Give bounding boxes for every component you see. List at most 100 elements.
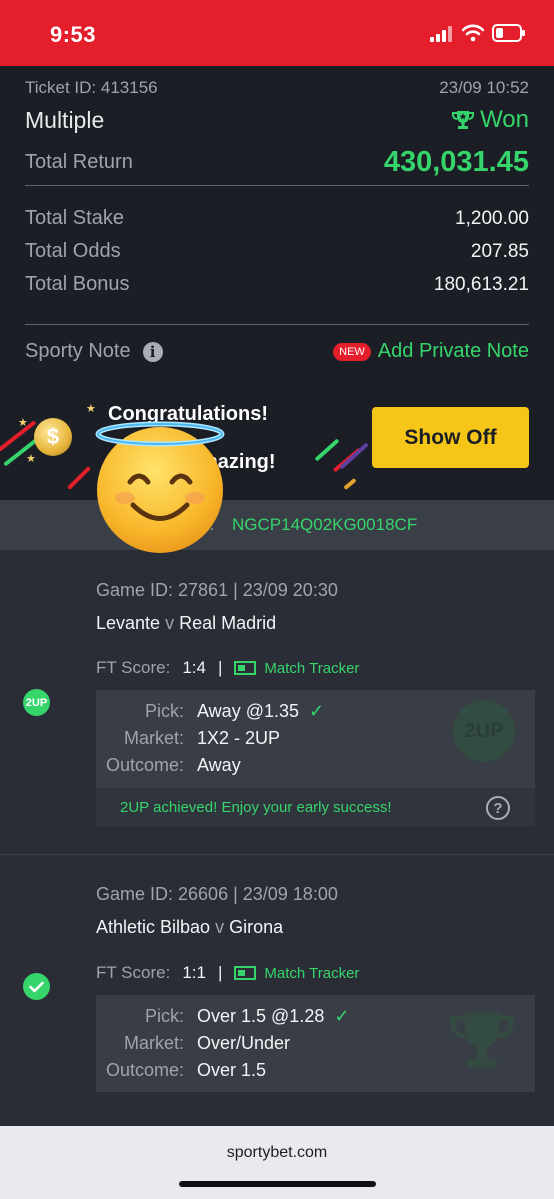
stat-row-stake: Total Stake 1,200.00	[25, 207, 529, 230]
total-return-value: 430,031.45	[383, 146, 529, 178]
bet-type-row: Multiple Won	[25, 106, 529, 134]
sparkle-icon: ★	[86, 403, 96, 415]
stat-label: Total Odds	[25, 240, 121, 262]
confetti-streak	[66, 465, 92, 491]
pick-label: Pick:	[144, 1006, 184, 1026]
divider	[25, 324, 529, 325]
away-team: Real Madrid	[179, 613, 277, 633]
url-label[interactable]: sportybet.com	[0, 1144, 554, 1162]
trophy-icon	[452, 111, 475, 129]
pick-value-group: Over 1.5 @1.28 ✓	[197, 1006, 349, 1027]
status-bar: 9:53	[0, 0, 554, 66]
check-icon: ✓	[309, 701, 325, 721]
pick-value-group: Away @1.35 ✓	[197, 701, 324, 722]
add-private-note-button[interactable]: NEW Add Private Note	[333, 340, 529, 363]
congrats-banner: ★ ★ ★ $ Congratulations! mazing! Show Of…	[0, 392, 554, 500]
market-label: Market:	[123, 728, 184, 748]
ticket-header: Ticket ID: 413156 23/09 10:52	[25, 78, 529, 98]
outcome-label: Outcome:	[105, 755, 184, 775]
match-tracker-link[interactable]: Match Tracker	[234, 660, 359, 677]
battery-icon	[492, 24, 525, 42]
sporty-note-label-group: Sporty Note i	[25, 340, 163, 363]
separator: |	[217, 963, 223, 982]
show-off-button[interactable]: Show Off	[372, 407, 529, 468]
total-return-row: Total Return 430,031.45	[25, 146, 529, 179]
sparkle-icon: ★	[26, 453, 36, 465]
ticket-id: Ticket ID: 413156	[25, 78, 158, 97]
wifi-icon	[462, 24, 484, 42]
stat-value: 180,613.21	[433, 273, 529, 295]
status-badge: Won	[452, 106, 529, 134]
selection-details: Pick: Over 1.5 @1.28 ✓ Market: Over/Under…	[96, 995, 535, 1092]
outcome-value: Away	[197, 755, 241, 775]
ft-score-value: 1:4	[182, 658, 206, 677]
info-icon[interactable]: i	[142, 341, 163, 362]
ft-score-value: 1:1	[182, 963, 206, 982]
ft-score-label: FT Score:	[96, 963, 171, 982]
confetti-streak	[343, 477, 357, 491]
outcome-label: Outcome:	[105, 1060, 184, 1080]
two-up-badge: 2UP	[23, 689, 50, 716]
versus-label: v	[165, 613, 175, 633]
stat-value: 1,200.00	[455, 207, 529, 229]
game-card: Game ID: 26606 | 23/09 18:00 Athletic Bi…	[0, 855, 554, 1117]
trophy-watermark-icon	[450, 1013, 514, 1067]
match-tracker-icon	[234, 661, 257, 675]
separator: |	[217, 658, 223, 677]
home-team: Levante	[96, 613, 161, 633]
two-up-message: 2UP achieved! Enjoy your early success!	[120, 799, 392, 816]
confetti-streak	[339, 442, 369, 470]
versus-label: v	[215, 917, 225, 937]
sporty-note-row: Sporty Note i NEW Add Private Note	[25, 340, 529, 363]
away-team: Girona	[229, 917, 284, 937]
two-up-message-bar: 2UP achieved! Enjoy your early success! …	[96, 788, 535, 827]
status-time: 9:53	[50, 22, 97, 47]
booking-code-value[interactable]: NGCP14Q02KG0018CF	[232, 515, 417, 535]
match-tracker-icon	[234, 966, 257, 980]
pick-value: Away @1.35	[197, 701, 299, 721]
total-return-label: Total Return	[25, 151, 133, 173]
market-value: Over/Under	[197, 1033, 291, 1053]
game-card: Game ID: 27861 | 23/09 20:30 Levante v R…	[0, 550, 554, 854]
match-tracker-label: Match Tracker	[264, 964, 360, 982]
stat-row-bonus: Total Bonus 180,613.21	[25, 273, 529, 296]
selection-details: 2UP Pick: Away @1.35 ✓ Market: 1X2 - 2UP …	[96, 690, 535, 827]
match-tracker-link[interactable]: Match Tracker	[234, 965, 359, 982]
booking-code-row: e: NGCP14Q02KG0018CF	[0, 500, 554, 550]
pick-value: Over 1.5 @1.28	[197, 1006, 325, 1026]
browser-bottom-bar: sportybet.com	[0, 1126, 554, 1199]
won-check-icon	[23, 973, 50, 1000]
pick-label: Pick:	[144, 701, 184, 721]
stat-label: Total Bonus	[25, 273, 130, 295]
ft-score-row: FT Score: 1:1 | Match Tracker	[96, 963, 359, 983]
market-label: Market:	[123, 1033, 184, 1053]
home-team: Athletic Bilbao	[96, 917, 211, 937]
ticket-datetime: 23/09 10:52	[439, 78, 529, 97]
status-text: Won	[480, 106, 529, 133]
divider	[25, 185, 529, 186]
home-indicator[interactable]	[179, 1181, 376, 1187]
ft-score-row: FT Score: 1:4 | Match Tracker	[96, 658, 359, 678]
match-tracker-label: Match Tracker	[264, 659, 360, 677]
smiling-face-with-halo-icon	[95, 421, 225, 553]
new-badge: NEW	[333, 342, 371, 361]
check-icon: ✓	[334, 1006, 350, 1026]
game-id: Game ID: 27861 | 23/09 20:30	[96, 580, 338, 600]
add-private-note-label: Add Private Note	[377, 340, 529, 362]
coin-icon: $	[34, 418, 72, 456]
bet-type: Multiple	[25, 106, 105, 133]
match-teams: Levante v Real Madrid	[96, 613, 276, 634]
cellular-signal-icon	[430, 26, 452, 42]
outcome-value: Over 1.5	[197, 1060, 267, 1080]
confetti-streak	[314, 438, 340, 462]
help-icon[interactable]: ?	[486, 796, 510, 820]
game-id: Game ID: 26606 | 23/09 18:00	[96, 884, 338, 904]
market-value: 1X2 - 2UP	[197, 728, 281, 748]
ft-score-label: FT Score:	[96, 658, 171, 677]
sparkle-icon: ★	[18, 417, 28, 429]
two-up-watermark-icon: 2UP	[453, 700, 515, 762]
match-teams: Athletic Bilbao v Girona	[96, 917, 283, 938]
stat-label: Total Stake	[25, 207, 124, 229]
stat-value: 207.85	[470, 240, 529, 262]
sporty-note-label: Sporty Note	[25, 340, 131, 362]
